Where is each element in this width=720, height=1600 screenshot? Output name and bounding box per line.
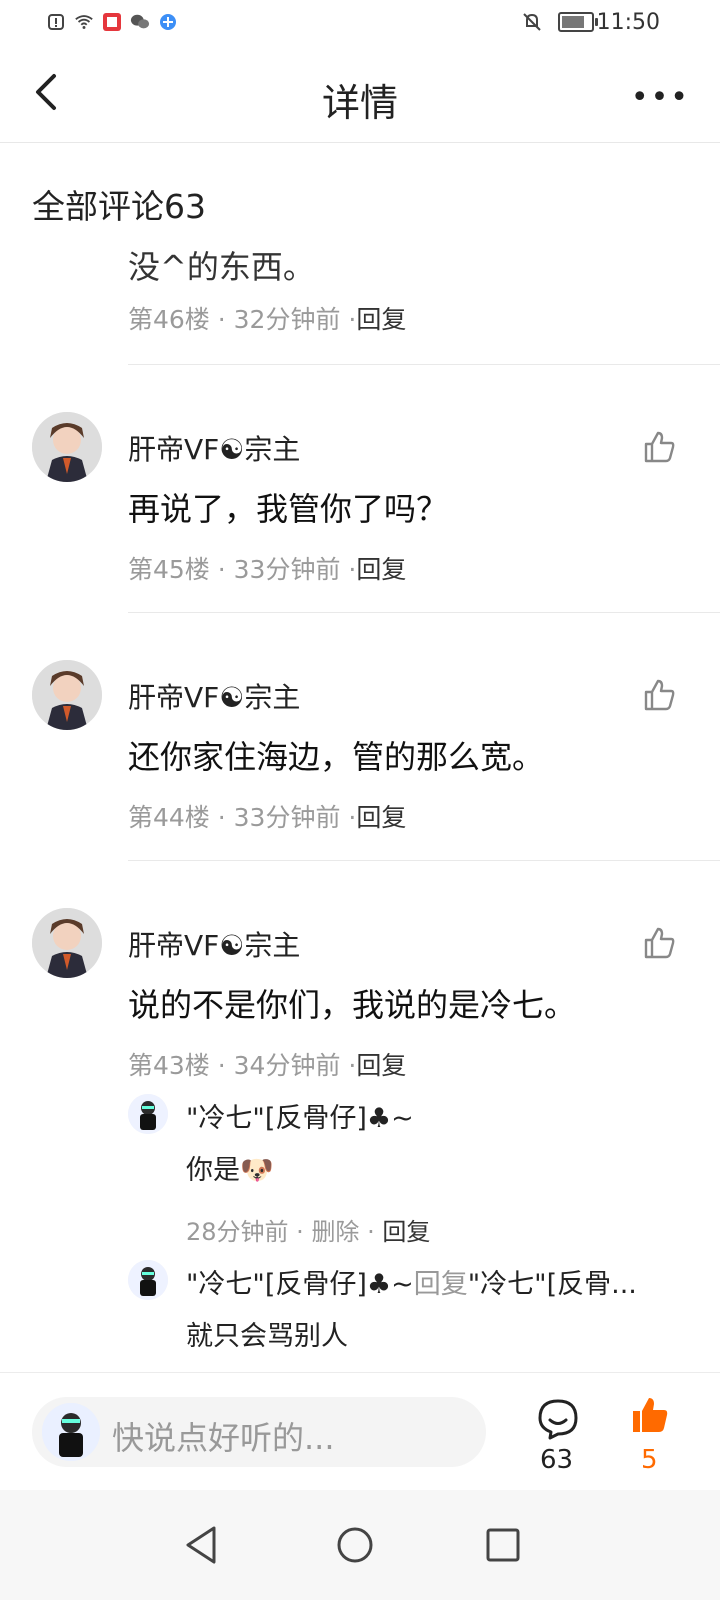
divider: [128, 612, 720, 613]
timestamp: 28分钟前: [186, 1218, 289, 1246]
avatar[interactable]: [128, 1260, 168, 1300]
comment-input[interactable]: 快说点好听的...: [32, 1397, 486, 1467]
reply-connector: 回复: [413, 1269, 468, 1300]
comment-author[interactable]: 肝帝VF☯宗主: [128, 428, 300, 468]
status-right-icons: [522, 12, 598, 32]
reply-author-line: "冷七"[反骨仔]♣~回复"冷七"[反骨...: [186, 1262, 637, 1301]
nav-home-button[interactable]: [330, 1520, 380, 1570]
status-bar: 11:50: [0, 0, 720, 50]
timestamp: 33分钟前: [233, 803, 341, 832]
circle-home-icon: [337, 1527, 373, 1563]
thumbs-up-icon: [644, 679, 675, 711]
browser-icon: [158, 12, 178, 32]
reply-body: 你是🐶: [186, 1155, 274, 1186]
avatar: [42, 1403, 100, 1461]
alert-icon: [46, 12, 66, 32]
reply-author[interactable]: "冷七"[反骨仔]♣~: [186, 1096, 414, 1135]
comment-icon[interactable]: [536, 1397, 580, 1441]
reply-target[interactable]: "冷七"[反骨...: [468, 1269, 637, 1300]
comment-meta: 第46楼 · 32分钟前 ·回复: [128, 305, 407, 334]
nav-recents-button[interactable]: [478, 1520, 528, 1570]
floor-number: 第45楼: [128, 555, 210, 584]
avatar[interactable]: [32, 412, 102, 482]
avatar[interactable]: [128, 1094, 168, 1134]
wechat-icon: [130, 12, 150, 32]
reply-button[interactable]: 回复: [356, 305, 406, 334]
thumbs-up-icon: [644, 431, 675, 463]
floor-number: 第46楼: [128, 305, 210, 334]
top-navigation: 详情 •••: [0, 50, 720, 143]
avatar[interactable]: [32, 660, 102, 730]
square-recents-icon: [486, 1528, 520, 1562]
avatar[interactable]: [32, 908, 102, 978]
comment-body: 再说了，我管你了吗？: [128, 490, 449, 528]
clock: 11:50: [596, 10, 660, 35]
divider: [128, 860, 720, 861]
comment-author[interactable]: 肝帝VF☯宗主: [128, 676, 300, 716]
comment-meta: 第45楼 · 33分钟前 ·回复: [128, 555, 407, 584]
like-button[interactable]: [642, 678, 676, 712]
reply-body: 就只会骂别人: [186, 1321, 348, 1352]
reply-button[interactable]: 回复: [356, 1051, 406, 1080]
comment-body: 说的不是你们，我说的是冷七。: [128, 986, 577, 1024]
wifi-icon: [74, 12, 94, 32]
app-notification-icon: [102, 12, 122, 32]
thumbs-up-icon: [644, 927, 675, 959]
bottom-action-bar: 快说点好听的... 63 5: [0, 1372, 720, 1491]
timestamp: 32分钟前: [233, 305, 341, 334]
reply-button[interactable]: 回复: [382, 1218, 430, 1246]
timestamp: 33分钟前: [233, 555, 341, 584]
like-button[interactable]: [642, 926, 676, 960]
comment-author[interactable]: 肝帝VF☯宗主: [128, 924, 300, 964]
like-button[interactable]: [642, 430, 676, 464]
divider: [128, 364, 720, 365]
comment-count: 63: [540, 1445, 574, 1475]
reply-button[interactable]: 回复: [356, 803, 406, 832]
battery-icon: [558, 12, 598, 32]
thumbs-up-filled-icon[interactable]: [630, 1395, 670, 1435]
nav-back-button[interactable]: [178, 1520, 228, 1570]
comment-input-placeholder: 快说点好听的...: [112, 1419, 335, 1457]
timestamp: 34分钟前: [233, 1051, 341, 1080]
floor-number: 第43楼: [128, 1051, 210, 1080]
status-left-icons: [46, 12, 178, 32]
reply-meta: 28分钟前 · 删除 · 回复: [186, 1218, 431, 1246]
like-count: 5: [641, 1445, 658, 1475]
system-navigation-bar: [0, 1490, 720, 1600]
comment-body: 没^的东西。: [128, 248, 315, 286]
comments-header: 全部评论63: [32, 187, 206, 226]
comment-body: 还你家住海边，管的那么宽。: [128, 738, 545, 776]
comment-meta: 第43楼 · 34分钟前 ·回复: [128, 1051, 407, 1080]
reply-author[interactable]: "冷七"[反骨仔]♣~: [186, 1269, 414, 1300]
delete-button[interactable]: 删除: [311, 1218, 359, 1246]
page-title: 详情: [321, 81, 398, 125]
floor-number: 第44楼: [128, 803, 210, 832]
triangle-back-icon: [186, 1526, 216, 1564]
comment-meta: 第44楼 · 33分钟前 ·回复: [128, 803, 407, 832]
reply-button[interactable]: 回复: [356, 555, 406, 584]
more-options-button[interactable]: •••: [631, 80, 690, 115]
mute-icon: [522, 12, 542, 32]
